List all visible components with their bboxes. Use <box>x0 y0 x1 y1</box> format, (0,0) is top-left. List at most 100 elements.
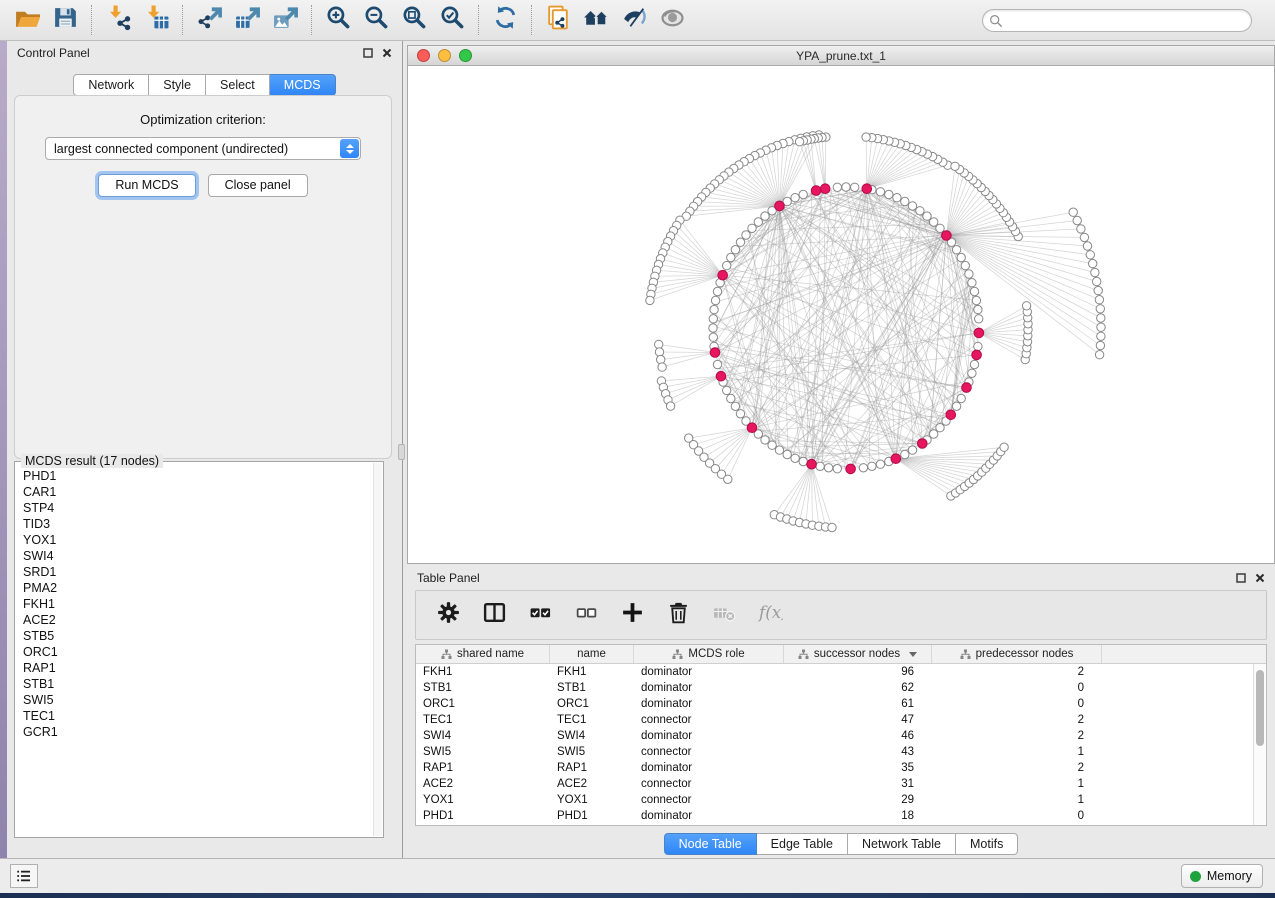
graph-node[interactable] <box>901 197 909 205</box>
table-cell[interactable]: connector <box>634 714 784 726</box>
mcds-result-list[interactable]: PHD1CAR1STP4TID3YOX1SWI4SRD1PMA2FKH1ACE2… <box>23 468 371 835</box>
table-cell[interactable]: 1 <box>932 746 1102 758</box>
table-cell[interactable]: SWI4 <box>550 730 634 742</box>
graph-hub-node[interactable] <box>891 454 901 464</box>
tab-network-table[interactable]: Network Table <box>848 833 956 855</box>
graph-leaf-node[interactable] <box>1096 341 1104 349</box>
graph-leaf-node[interactable] <box>862 133 870 141</box>
mcds-result-item[interactable]: TID3 <box>23 516 371 532</box>
memory-button[interactable]: Memory <box>1181 864 1263 888</box>
table-row[interactable]: SWI5SWI5connector431 <box>416 744 1266 760</box>
table-settings-gear-button[interactable] <box>430 597 466 633</box>
graph-edge[interactable] <box>775 444 922 448</box>
graph-node[interactable] <box>709 333 717 341</box>
graph-edge[interactable] <box>979 333 1026 354</box>
graph-node[interactable] <box>868 462 876 470</box>
graph-node[interactable] <box>727 394 735 402</box>
table-cell[interactable]: 31 <box>784 778 932 790</box>
table-cell[interactable]: 1 <box>932 794 1102 806</box>
graph-edge[interactable] <box>724 176 780 206</box>
graph-edge[interactable] <box>723 275 947 420</box>
table-row[interactable]: PHD1PHD1dominator180 <box>416 808 1266 824</box>
graph-node[interactable] <box>709 315 717 323</box>
graph-edge[interactable] <box>812 464 826 527</box>
graph-leaf-node[interactable] <box>1095 351 1103 359</box>
column-header-MCDS-role[interactable]: MCDS role <box>634 645 784 663</box>
close-panel-icon[interactable] <box>1255 573 1265 583</box>
graph-node[interactable] <box>713 360 721 368</box>
mcds-result-scrollbar[interactable] <box>373 463 382 836</box>
table-scrollbar-thumb[interactable] <box>1256 670 1264 746</box>
graph-leaf-node[interactable] <box>1080 233 1088 241</box>
graph-hub-node[interactable] <box>846 464 856 474</box>
graph-node[interactable] <box>957 394 965 402</box>
graph-node[interactable] <box>974 305 982 313</box>
graph-node[interactable] <box>885 190 893 198</box>
graph-node[interactable] <box>930 218 938 226</box>
graph-node[interactable] <box>876 460 884 468</box>
table-cell[interactable]: 18 <box>784 810 932 822</box>
graph-node[interactable] <box>723 261 731 269</box>
close-panel-icon[interactable] <box>382 48 392 58</box>
table-cell[interactable]: ORC1 <box>416 698 550 710</box>
graph-edge[interactable] <box>866 137 867 189</box>
table-row[interactable]: RAP1RAP1dominator352 <box>416 760 1266 776</box>
graph-leaf-node[interactable] <box>1095 296 1103 304</box>
mcds-result-item[interactable]: STP4 <box>23 500 371 516</box>
graph-edge[interactable] <box>662 353 715 368</box>
graph-edge[interactable] <box>867 154 928 189</box>
graph-node[interactable] <box>791 194 799 202</box>
zoom-in-button[interactable] <box>319 3 357 37</box>
graph-edge[interactable] <box>710 428 752 463</box>
graph-node[interactable] <box>748 224 756 232</box>
table-cell[interactable]: 96 <box>784 666 932 678</box>
graph-hub-node[interactable] <box>811 186 821 196</box>
graph-edge[interactable] <box>660 352 716 353</box>
graph-edge[interactable] <box>825 137 826 189</box>
zoom-window-light[interactable] <box>459 49 472 62</box>
graph-leaf-node[interactable] <box>1091 268 1099 276</box>
table-cell[interactable]: 62 <box>784 682 932 694</box>
table-cell[interactable]: 2 <box>932 762 1102 774</box>
close-panel-button[interactable]: Close panel <box>208 174 308 197</box>
table-cell[interactable]: dominator <box>634 730 784 742</box>
column-header-predecessor-nodes[interactable]: predecessor nodes <box>932 645 1102 663</box>
graph-edge[interactable] <box>946 196 989 236</box>
import-table-button[interactable] <box>137 3 175 37</box>
graph-node[interactable] <box>908 446 916 454</box>
graph-edge[interactable] <box>668 242 723 276</box>
minimize-window-light[interactable] <box>438 49 451 62</box>
table-cell[interactable]: connector <box>634 778 784 790</box>
graph-node[interactable] <box>727 253 735 261</box>
tab-motifs[interactable]: Motifs <box>956 833 1018 855</box>
graph-leaf-node[interactable] <box>828 523 836 531</box>
table-cell[interactable]: PHD1 <box>416 810 550 822</box>
vertical-splitter-handle[interactable] <box>398 444 405 460</box>
table-row[interactable]: SWI4SWI4dominator462 <box>416 728 1266 744</box>
export-table-button[interactable] <box>228 3 266 37</box>
network-graph[interactable] <box>408 67 1274 564</box>
table-cell[interactable]: 29 <box>784 794 932 806</box>
graph-edge[interactable] <box>812 464 832 527</box>
graph-node[interactable] <box>842 183 850 191</box>
graph-node[interactable] <box>731 402 739 410</box>
graph-hub-node[interactable] <box>807 459 817 469</box>
close-window-light[interactable] <box>417 49 430 62</box>
table-cell[interactable]: YOX1 <box>416 794 550 806</box>
graph-edge[interactable] <box>867 162 943 189</box>
search-input[interactable] <box>1003 12 1251 30</box>
table-cell[interactable]: connector <box>634 794 784 806</box>
table-cell[interactable]: FKH1 <box>550 666 634 678</box>
mcds-result-item[interactable]: YOX1 <box>23 532 371 548</box>
graph-hub-node[interactable] <box>862 184 872 194</box>
graph-node[interactable] <box>833 465 841 473</box>
open-session-button[interactable] <box>8 3 46 37</box>
graph-edge[interactable] <box>812 464 813 525</box>
table-cell[interactable]: 2 <box>932 714 1102 726</box>
graph-node[interactable] <box>816 462 824 470</box>
graph-edge[interactable] <box>715 428 752 469</box>
graph-node[interactable] <box>833 183 841 191</box>
graph-leaf-node[interactable] <box>1086 251 1094 259</box>
mcds-result-item[interactable]: RAP1 <box>23 660 371 676</box>
network-canvas[interactable] <box>408 67 1274 563</box>
